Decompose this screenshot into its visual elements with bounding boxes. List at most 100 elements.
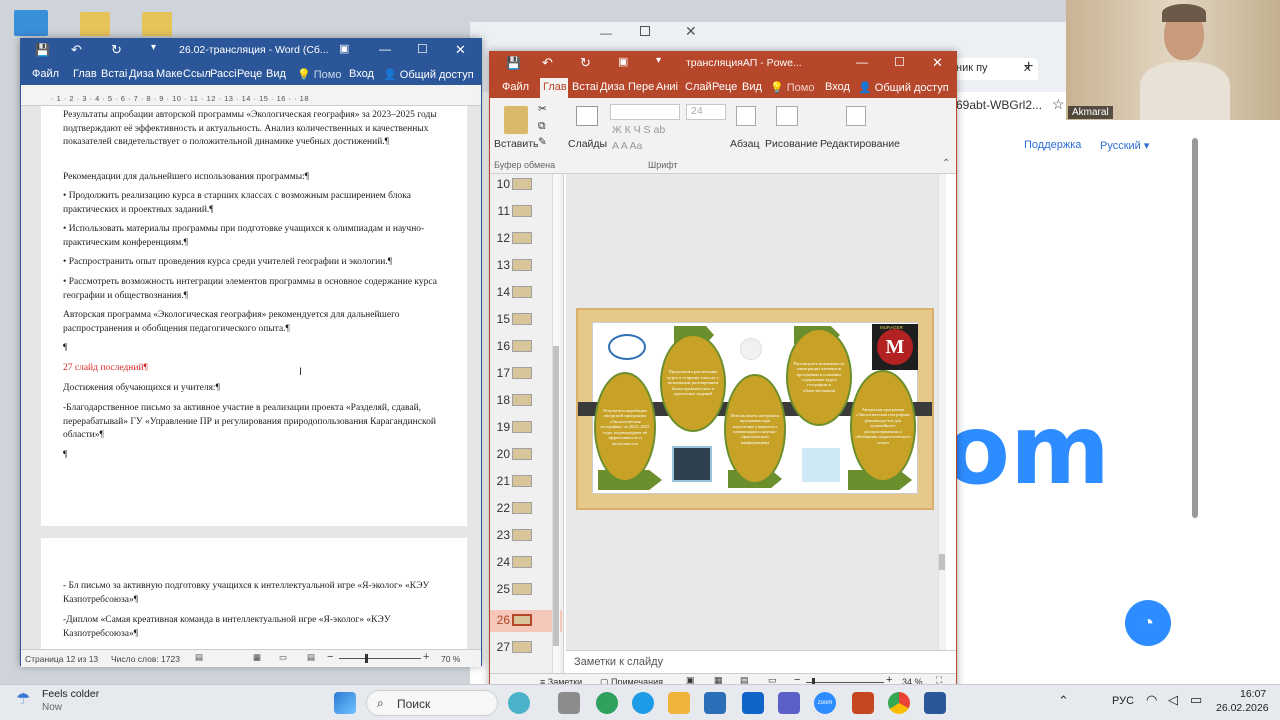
tab-slideshow[interactable]: Слай [685, 81, 712, 93]
drawing-button[interactable]: Рисование [765, 138, 818, 150]
slide-number[interactable]: 21 [490, 474, 510, 488]
copy-icon[interactable]: ⧉ [538, 120, 546, 133]
tab-review[interactable]: Реце [712, 81, 737, 93]
word-count[interactable]: Число слов: 1723 [111, 654, 180, 664]
tab-review[interactable]: Реце [237, 68, 262, 80]
collapse-ribbon-icon[interactable]: ⌃ [942, 158, 950, 169]
slide-thumb[interactable] [512, 448, 532, 460]
font-name-box[interactable] [610, 104, 680, 120]
slide-number[interactable]: 25 [490, 582, 510, 596]
document-area[interactable]: Результаты апробации авторской программы… [21, 106, 481, 649]
slide-number[interactable]: 11 [490, 204, 510, 218]
tab-layout[interactable]: Маке [156, 68, 182, 80]
slide-number[interactable]: 15 [490, 312, 510, 326]
support-link[interactable]: Поддержка [1024, 139, 1081, 151]
teams-icon[interactable] [778, 692, 800, 714]
folder-icon[interactable] [142, 12, 172, 36]
share-button[interactable]: 👤 Общий доступ [383, 68, 474, 81]
close-icon[interactable]: ✕ [932, 55, 943, 71]
browser-minimize-button[interactable]: — [600, 26, 612, 40]
signin-link[interactable]: Вход [825, 81, 850, 93]
slideshow-icon[interactable]: ▣ [618, 55, 628, 68]
browser-scrollbar[interactable] [1192, 138, 1198, 518]
tab-transitions[interactable]: Пере [628, 81, 654, 93]
slide-number[interactable]: 20 [490, 447, 510, 461]
slide-number[interactable]: 23 [490, 528, 510, 542]
search-box[interactable]: ⌕ Поиск [366, 690, 498, 716]
slides-button[interactable]: Слайды [568, 138, 607, 150]
tab-file[interactable]: Файл [32, 68, 59, 80]
slide-number[interactable]: 12 [490, 231, 510, 245]
slide-number[interactable]: 24 [490, 555, 510, 569]
outlook-icon[interactable] [742, 692, 764, 714]
canvas-scrollbar[interactable] [938, 174, 946, 650]
slide-oval[interactable]: Рассмотреть возможность интеграции элеме… [786, 328, 852, 426]
folder-icon[interactable] [80, 12, 110, 36]
help-search[interactable]: 💡 Помо [770, 81, 814, 94]
customize-icon[interactable]: ▾ [656, 55, 661, 66]
browser-url[interactable]: 69abt-WBGrl2... [956, 98, 1042, 112]
redo-icon[interactable]: ↻ [111, 42, 122, 58]
notes-pane[interactable]: Заметки к слайду [566, 650, 956, 672]
volume-icon[interactable]: ◁ [1168, 692, 1178, 708]
read-mode-icon[interactable]: ▦ [253, 652, 261, 663]
slide-thumb[interactable] [512, 529, 532, 541]
clock-time[interactable]: 16:07 [1240, 688, 1266, 700]
word-icon[interactable] [924, 692, 946, 714]
font-format-icons[interactable]: Ж К Ч S ab [612, 124, 665, 136]
wifi-icon[interactable]: ◠ [1146, 692, 1157, 708]
slide-number[interactable]: 17 [490, 366, 510, 380]
editing-button[interactable]: Редактирование [820, 138, 900, 150]
slide-number[interactable]: 27 [490, 640, 510, 654]
bookmark-star-icon[interactable]: ☆ [1052, 96, 1065, 113]
tab-view[interactable]: Вид [266, 68, 286, 80]
paragraph-button[interactable]: Абзац [730, 138, 759, 150]
tab-view[interactable]: Вид [742, 81, 762, 93]
slide-number[interactable]: 22 [490, 501, 510, 515]
proofing-icon[interactable]: ▤ [195, 652, 203, 663]
language-select[interactable]: Русский ▾ [1100, 139, 1149, 152]
start-windows-icon[interactable] [334, 692, 356, 714]
chevron-up-icon[interactable]: ⌃ [1058, 693, 1069, 709]
slide-number[interactable]: 10 [490, 177, 510, 191]
tab-insert[interactable]: Встаі [572, 81, 598, 93]
browser-maximize-button[interactable] [640, 26, 650, 36]
slide-number[interactable]: 19 [490, 420, 510, 434]
slide-oval[interactable]: Авторская программа «Экологическая геогр… [850, 370, 916, 482]
find-icon[interactable] [846, 106, 866, 126]
paragraph-icon[interactable] [736, 106, 756, 126]
slide-number[interactable]: 14 [490, 285, 510, 299]
slide-thumb[interactable] [512, 502, 532, 514]
slide-thumb[interactable] [512, 286, 532, 298]
undo-icon[interactable]: ↶ [542, 55, 553, 71]
tab-design[interactable]: Диза [129, 68, 154, 80]
slide-thumb[interactable] [512, 641, 532, 653]
shapes-icon[interactable] [776, 106, 798, 126]
zoom-level[interactable]: 70 % [441, 654, 460, 664]
print-layout-icon[interactable]: ▭ [279, 652, 287, 663]
save-icon[interactable]: 💾 [506, 56, 521, 70]
minimize-icon[interactable]: — [379, 42, 391, 56]
horizontal-ruler[interactable]: · 1 · 2 · 3 · 4 · 5 · 6 · 7 · 8 · 9 · 10… [21, 91, 481, 106]
weather-icon[interactable]: ☂ [16, 689, 30, 709]
slide-thumb[interactable] [512, 232, 532, 244]
tab-home[interactable]: Глав [73, 68, 97, 80]
edge-icon[interactable] [596, 692, 618, 714]
maximize-icon[interactable]: ☐ [417, 42, 428, 56]
powerpoint-icon[interactable] [852, 692, 874, 714]
slide-oval[interactable]: Результаты апробации авторской программы… [594, 372, 656, 482]
browser-close-button[interactable]: ✕ [685, 23, 697, 40]
tab-file[interactable]: Файл [502, 81, 529, 93]
paste-icon[interactable] [504, 106, 528, 134]
customize-icon[interactable]: ▾ [151, 42, 156, 53]
redo-icon[interactable]: ↻ [580, 55, 591, 71]
store-icon[interactable] [668, 692, 690, 714]
slide-number-selected[interactable]: 26 [490, 613, 510, 627]
slide-thumb[interactable] [512, 340, 532, 352]
share-button[interactable]: 👤 Общий доступ [858, 81, 949, 94]
close-icon[interactable]: ✕ [455, 42, 466, 58]
slide[interactable]: M MURAGER Результаты апробации авторской… [576, 308, 934, 510]
explorer-icon[interactable] [632, 692, 654, 714]
signin-link[interactable]: Вход [349, 68, 374, 80]
weather-title[interactable]: Feels colder [42, 688, 99, 700]
